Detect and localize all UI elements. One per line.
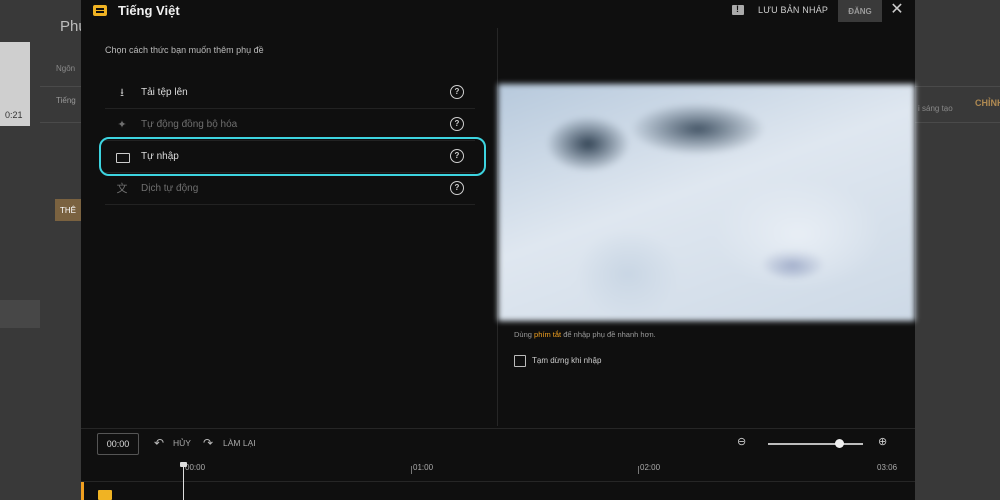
background-language-value: Tiếng	[56, 96, 76, 105]
help-icon[interactable]: ?	[450, 181, 464, 195]
save-draft-button[interactable]: LƯU BẢN NHÁP	[758, 5, 828, 15]
shortcuts-link[interactable]: phím tắt	[534, 330, 561, 339]
redo-button[interactable]: LÀM LẠI	[223, 438, 256, 448]
publish-button[interactable]: ĐĂNG	[838, 0, 882, 22]
undo-button[interactable]: HỦY	[173, 438, 191, 448]
option-upload-file[interactable]: ⭳ Tải tệp lên ?	[105, 77, 475, 109]
upload-icon: ⭳	[120, 87, 124, 99]
redo-icon[interactable]: ↷	[203, 437, 213, 449]
zoom-slider-handle[interactable]	[834, 439, 844, 448]
zoom-out-icon[interactable]: ⊖	[737, 435, 746, 448]
current-time-field[interactable]: 00:00	[97, 433, 139, 455]
zoom-in-icon[interactable]: ⊕	[878, 435, 887, 448]
timeline-tick: 03:06	[877, 463, 898, 472]
background-creator-text: i sáng tạo	[918, 104, 953, 113]
subtitles-track-icon	[98, 490, 112, 500]
thumbnail-duration: 0:21	[5, 110, 23, 120]
option-label: Tự động đồng bộ hóa	[141, 119, 238, 130]
timeline-tick: 02:00	[640, 463, 661, 472]
background-add-button: THÊ	[55, 199, 81, 221]
background-band	[0, 300, 40, 328]
method-instruction: Chọn cách thức bạn muốn thêm phụ đề	[105, 45, 264, 55]
timeline-divider	[81, 481, 915, 482]
pause-while-typing-checkbox[interactable]	[514, 355, 526, 367]
background-edit-link: CHỈNH	[975, 98, 1000, 108]
timeline[interactable]: 00:00 01:00 02:00 03:06	[81, 460, 915, 500]
feedback-icon[interactable]	[732, 4, 744, 15]
shortcut-hint: Dùng phím tắt để nhập phụ đề nhanh hơn.	[514, 330, 656, 339]
subtitle-dialog: Tiếng Việt LƯU BẢN NHÁP ĐĂNG ✕ Chọn cách…	[81, 0, 915, 500]
video-preview[interactable]	[498, 84, 915, 321]
dialog-title: Tiếng Việt	[118, 3, 180, 18]
playhead[interactable]	[180, 462, 187, 500]
background-language-label: Ngôn	[56, 64, 76, 73]
option-label: Tải tệp lên	[141, 87, 188, 98]
option-auto-translate[interactable]: 文 Dịch tự động ?	[105, 173, 475, 205]
track-accent	[81, 482, 84, 500]
tick-mark	[638, 466, 639, 474]
editor-toolbar: 00:00 ↶ HỦY ↷ LÀM LẠI ⊖ ⊕	[81, 428, 915, 461]
pause-while-typing-label[interactable]: Tạm dừng khi nhập	[532, 356, 601, 365]
hint-text: để nhập phụ đề nhanh hơn.	[563, 330, 656, 339]
selected-option-highlight	[99, 137, 486, 176]
hint-text: Dùng	[514, 330, 532, 339]
translate-icon: 文	[116, 183, 128, 195]
timeline-tick: 01:00	[413, 463, 434, 472]
tick-mark	[411, 466, 412, 474]
help-icon[interactable]: ?	[450, 85, 464, 99]
dialog-header: Tiếng Việt LƯU BẢN NHÁP ĐĂNG ✕	[81, 0, 915, 24]
zoom-slider[interactable]	[768, 443, 863, 445]
close-icon[interactable]: ✕	[889, 2, 905, 18]
subtitles-icon	[93, 5, 107, 16]
auto-sync-icon: ✦	[117, 119, 127, 131]
undo-icon[interactable]: ↶	[154, 437, 164, 449]
help-icon[interactable]: ?	[450, 117, 464, 131]
option-label: Dịch tự động	[141, 183, 199, 194]
timeline-tick: 00:00	[185, 463, 206, 472]
